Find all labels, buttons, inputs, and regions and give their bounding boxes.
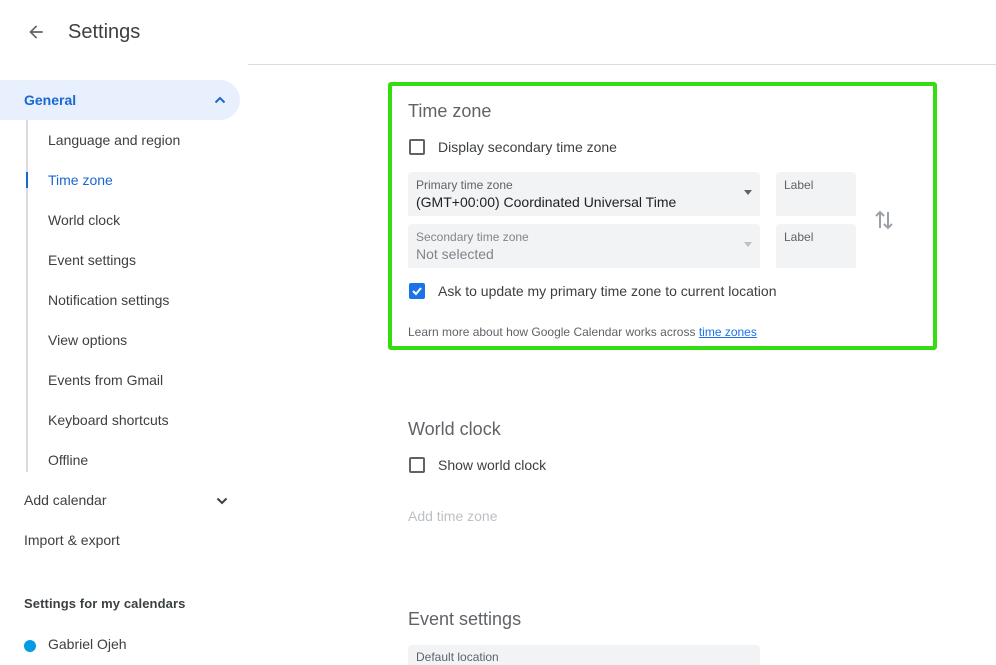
ask-update-label[interactable]: Ask to update my primary time zone to cu… xyxy=(438,281,776,301)
dropdown-arrow-icon xyxy=(744,190,752,195)
sidebar-calendar-item[interactable]: Gabriel Ojeh xyxy=(48,634,127,654)
chevron-up-icon xyxy=(214,96,226,104)
show-world-clock-label[interactable]: Show world clock xyxy=(438,455,546,475)
select-value: (GMT+00:00) Coordinated Universal Time xyxy=(416,194,677,210)
display-secondary-label[interactable]: Display secondary time zone xyxy=(438,137,617,157)
select-caption: Primary time zone xyxy=(416,178,513,192)
sidebar-item-add-calendar[interactable]: Add calendar xyxy=(24,490,107,510)
add-time-zone-button[interactable]: Add time zone xyxy=(408,506,498,526)
settings-sidebar: General Language and region Time zone Wo… xyxy=(0,80,250,654)
select-caption: Secondary time zone xyxy=(416,230,529,244)
learn-more-text: Learn more about how Google Calendar wor… xyxy=(408,324,757,340)
select-value: Not selected xyxy=(416,246,494,262)
show-world-clock-checkbox[interactable] xyxy=(409,457,425,473)
input-caption: Label xyxy=(784,230,814,244)
sidebar-subitem-keyboard-shortcuts[interactable]: Keyboard shortcuts xyxy=(48,410,169,430)
swap-time-zones-icon[interactable] xyxy=(872,206,896,234)
primary-time-zone-select[interactable]: Primary time zone (GMT+00:00) Coordinate… xyxy=(408,172,760,216)
sidebar-subitem-view-options[interactable]: View options xyxy=(48,330,127,350)
ask-update-checkbox[interactable] xyxy=(409,283,425,299)
sidebar-subitem-language-region[interactable]: Language and region xyxy=(48,130,180,150)
app-header: Settings xyxy=(0,0,996,64)
time-zone-heading: Time zone xyxy=(408,101,492,121)
subnav-active-indicator xyxy=(26,172,28,188)
default-location-input[interactable]: Default location xyxy=(408,645,760,665)
sidebar-subitem-offline[interactable]: Offline xyxy=(48,450,88,470)
input-caption: Default location xyxy=(416,650,499,664)
display-secondary-checkbox[interactable] xyxy=(409,139,425,155)
calendar-color-dot xyxy=(24,640,36,652)
event-settings-heading: Event settings xyxy=(408,609,522,629)
primary-label-input[interactable]: Label xyxy=(776,172,856,216)
chevron-down-icon[interactable] xyxy=(214,493,230,509)
sidebar-item-general[interactable]: General xyxy=(0,80,240,120)
secondary-label-input[interactable]: Label xyxy=(776,224,856,268)
time-zones-link[interactable]: time zones xyxy=(699,325,757,339)
back-button[interactable] xyxy=(20,16,52,48)
sidebar-item-label: General xyxy=(24,92,77,108)
checkmark-icon xyxy=(412,287,422,296)
time-zone-highlight-box xyxy=(388,82,937,350)
sidebar-item-import-export[interactable]: Import & export xyxy=(24,530,120,550)
arrow-left-icon xyxy=(29,25,43,39)
secondary-time-zone-select[interactable]: Secondary time zone Not selected xyxy=(408,224,760,268)
my-calendars-heading: Settings for my calendars xyxy=(24,596,186,611)
input-caption: Label xyxy=(784,178,814,192)
page-title: Settings xyxy=(68,21,141,43)
world-clock-heading: World clock xyxy=(408,419,501,439)
sidebar-subitem-world-clock[interactable]: World clock xyxy=(48,210,120,230)
sidebar-subitem-events-from-gmail[interactable]: Events from Gmail xyxy=(48,370,163,390)
sidebar-subitem-time-zone[interactable]: Time zone xyxy=(48,170,113,190)
header-divider xyxy=(248,64,996,65)
learn-more-prefix: Learn more about how Google Calendar wor… xyxy=(408,325,696,339)
dropdown-arrow-icon xyxy=(744,242,752,247)
sidebar-subitem-event-settings[interactable]: Event settings xyxy=(48,250,136,270)
sidebar-subitem-notification-settings[interactable]: Notification settings xyxy=(48,290,169,310)
